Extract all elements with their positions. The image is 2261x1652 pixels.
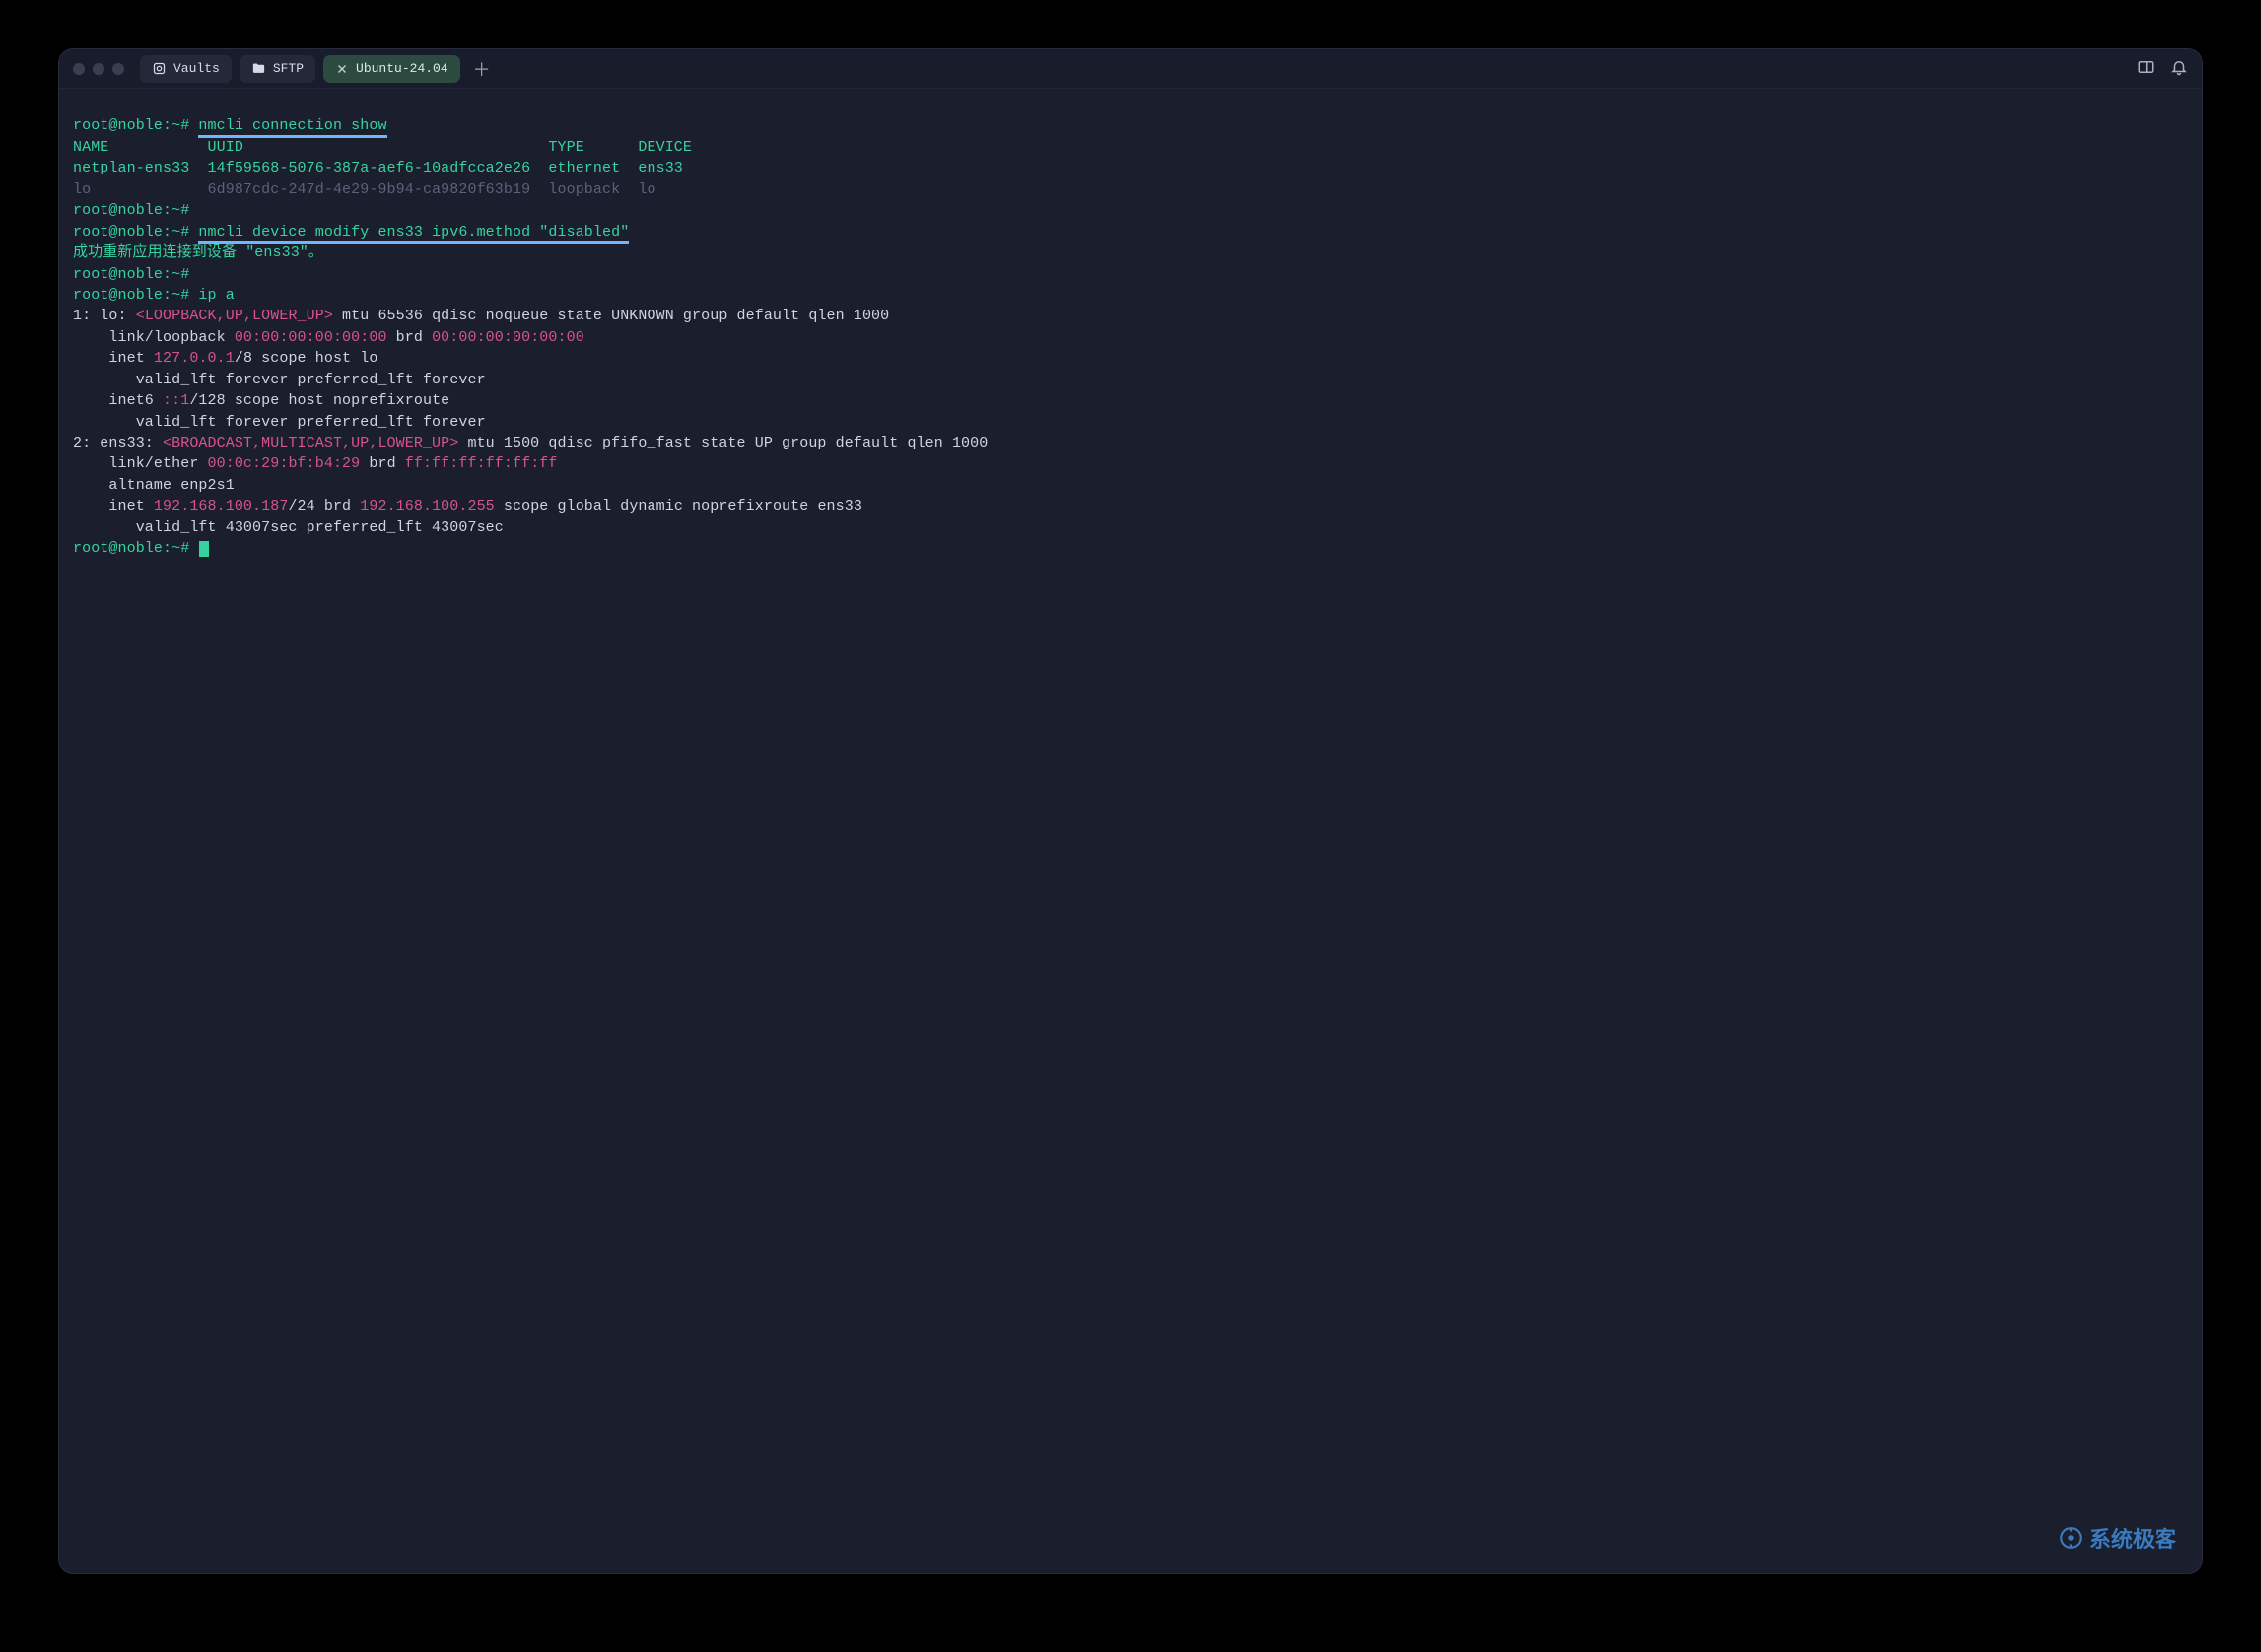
row-device: lo — [638, 181, 655, 198]
tab-sftp[interactable]: SFTP — [240, 55, 315, 83]
output-text: inet — [73, 350, 154, 367]
col-device: DEVICE — [638, 139, 692, 156]
tab-vaults[interactable]: Vaults — [140, 55, 232, 83]
terminal-body[interactable]: root@noble:~# nmcli connection show NAME… — [59, 89, 2202, 1573]
col-name: NAME — [73, 139, 108, 156]
output-text: inet6 — [73, 392, 163, 409]
output-text: /128 scope host noprefixroute — [189, 392, 449, 409]
row-device: ens33 — [638, 160, 683, 176]
watermark: 系统极客 — [2058, 1522, 2176, 1553]
output-line: 成功重新应用连接到设备 "ens33"。 — [73, 244, 323, 261]
output-text: mtu 1500 qdisc pfifo_fast state UP group… — [458, 435, 988, 451]
flags: <LOOPBACK,UP,LOWER_UP> — [136, 308, 333, 324]
output-text: brd — [360, 455, 405, 472]
bell-icon[interactable] — [2170, 58, 2188, 80]
shell-prompt: root@noble:~# — [73, 266, 189, 283]
close-icon[interactable] — [335, 62, 349, 76]
output-text: 1: lo: — [73, 308, 136, 324]
row-name: lo — [73, 181, 91, 198]
tab-label: Ubuntu-24.04 — [356, 61, 448, 76]
output-text: /24 brd — [288, 498, 360, 515]
watermark-text: 系统极客 — [2090, 1522, 2176, 1553]
split-pane-icon[interactable] — [2137, 58, 2155, 80]
shell-prompt: root@noble:~# — [73, 117, 198, 134]
ip-addr: 192.168.100.187 — [154, 498, 289, 515]
terminal-window: Vaults SFTP Ubuntu-24.04 — [59, 49, 2202, 1573]
output-text: brd — [387, 329, 433, 346]
traffic-lights — [73, 63, 124, 75]
vault-icon — [152, 61, 167, 76]
flags: <BROADCAST,MULTICAST,UP,LOWER_UP> — [163, 435, 458, 451]
output-text: mtu 65536 qdisc noqueue state UNKNOWN gr… — [333, 308, 889, 324]
traffic-zoom[interactable] — [112, 63, 124, 75]
row-name: netplan-ens33 — [73, 160, 189, 176]
tab-bar: Vaults SFTP Ubuntu-24.04 — [59, 49, 2202, 89]
command-text: nmcli connection show — [198, 117, 386, 138]
shell-prompt: root@noble:~# — [73, 287, 198, 304]
row-type: ethernet — [548, 160, 620, 176]
window-actions — [2137, 58, 2188, 80]
add-tab-button[interactable]: ＋ — [468, 55, 496, 83]
row-uuid: 6d987cdc-247d-4e29-9b94-ca9820f63b19 — [208, 181, 531, 198]
ip-addr: 127.0.0.1 — [154, 350, 235, 367]
mac-addr: 00:00:00:00:00:00 — [432, 329, 584, 346]
row-type: loopback — [548, 181, 620, 198]
tab-label: Vaults — [173, 61, 220, 76]
cursor — [199, 541, 208, 558]
command-text: nmcli device modify ens33 ipv6.method "d… — [198, 224, 629, 244]
mac-addr: 00:00:00:00:00:00 — [235, 329, 387, 346]
mac-addr: ff:ff:ff:ff:ff:ff — [405, 455, 558, 472]
output-text: link/ether — [73, 455, 208, 472]
output-text: valid_lft 43007sec preferred_lft 43007se… — [73, 519, 504, 536]
command-text: ip a — [198, 287, 234, 304]
plus-icon: ＋ — [473, 56, 491, 82]
output-text: link/loopback — [73, 329, 235, 346]
shell-prompt: root@noble:~# — [73, 540, 198, 557]
output-text: 2: ens33: — [73, 435, 163, 451]
shell-prompt: root@noble:~# — [73, 202, 189, 219]
folder-icon — [251, 61, 266, 76]
row-uuid: 14f59568-5076-387a-aef6-10adfcca2e26 — [208, 160, 531, 176]
traffic-close[interactable] — [73, 63, 85, 75]
mac-addr: 00:0c:29:bf:b4:29 — [208, 455, 361, 472]
ip-addr: 192.168.100.255 — [360, 498, 495, 515]
tab-label: SFTP — [273, 61, 304, 76]
traffic-minimize[interactable] — [93, 63, 104, 75]
output-text: scope global dynamic noprefixroute ens33 — [495, 498, 862, 515]
output-text: valid_lft forever preferred_lft forever — [73, 372, 486, 388]
ip-addr: ::1 — [163, 392, 189, 409]
output-text: /8 scope host lo — [235, 350, 378, 367]
tab-ubuntu[interactable]: Ubuntu-24.04 — [323, 55, 460, 83]
col-uuid: UUID — [208, 139, 243, 156]
col-type: TYPE — [548, 139, 583, 156]
output-text: altname enp2s1 — [73, 477, 235, 494]
output-text: valid_lft forever preferred_lft forever — [73, 414, 486, 431]
output-text: inet — [73, 498, 154, 515]
shell-prompt: root@noble:~# — [73, 224, 198, 241]
